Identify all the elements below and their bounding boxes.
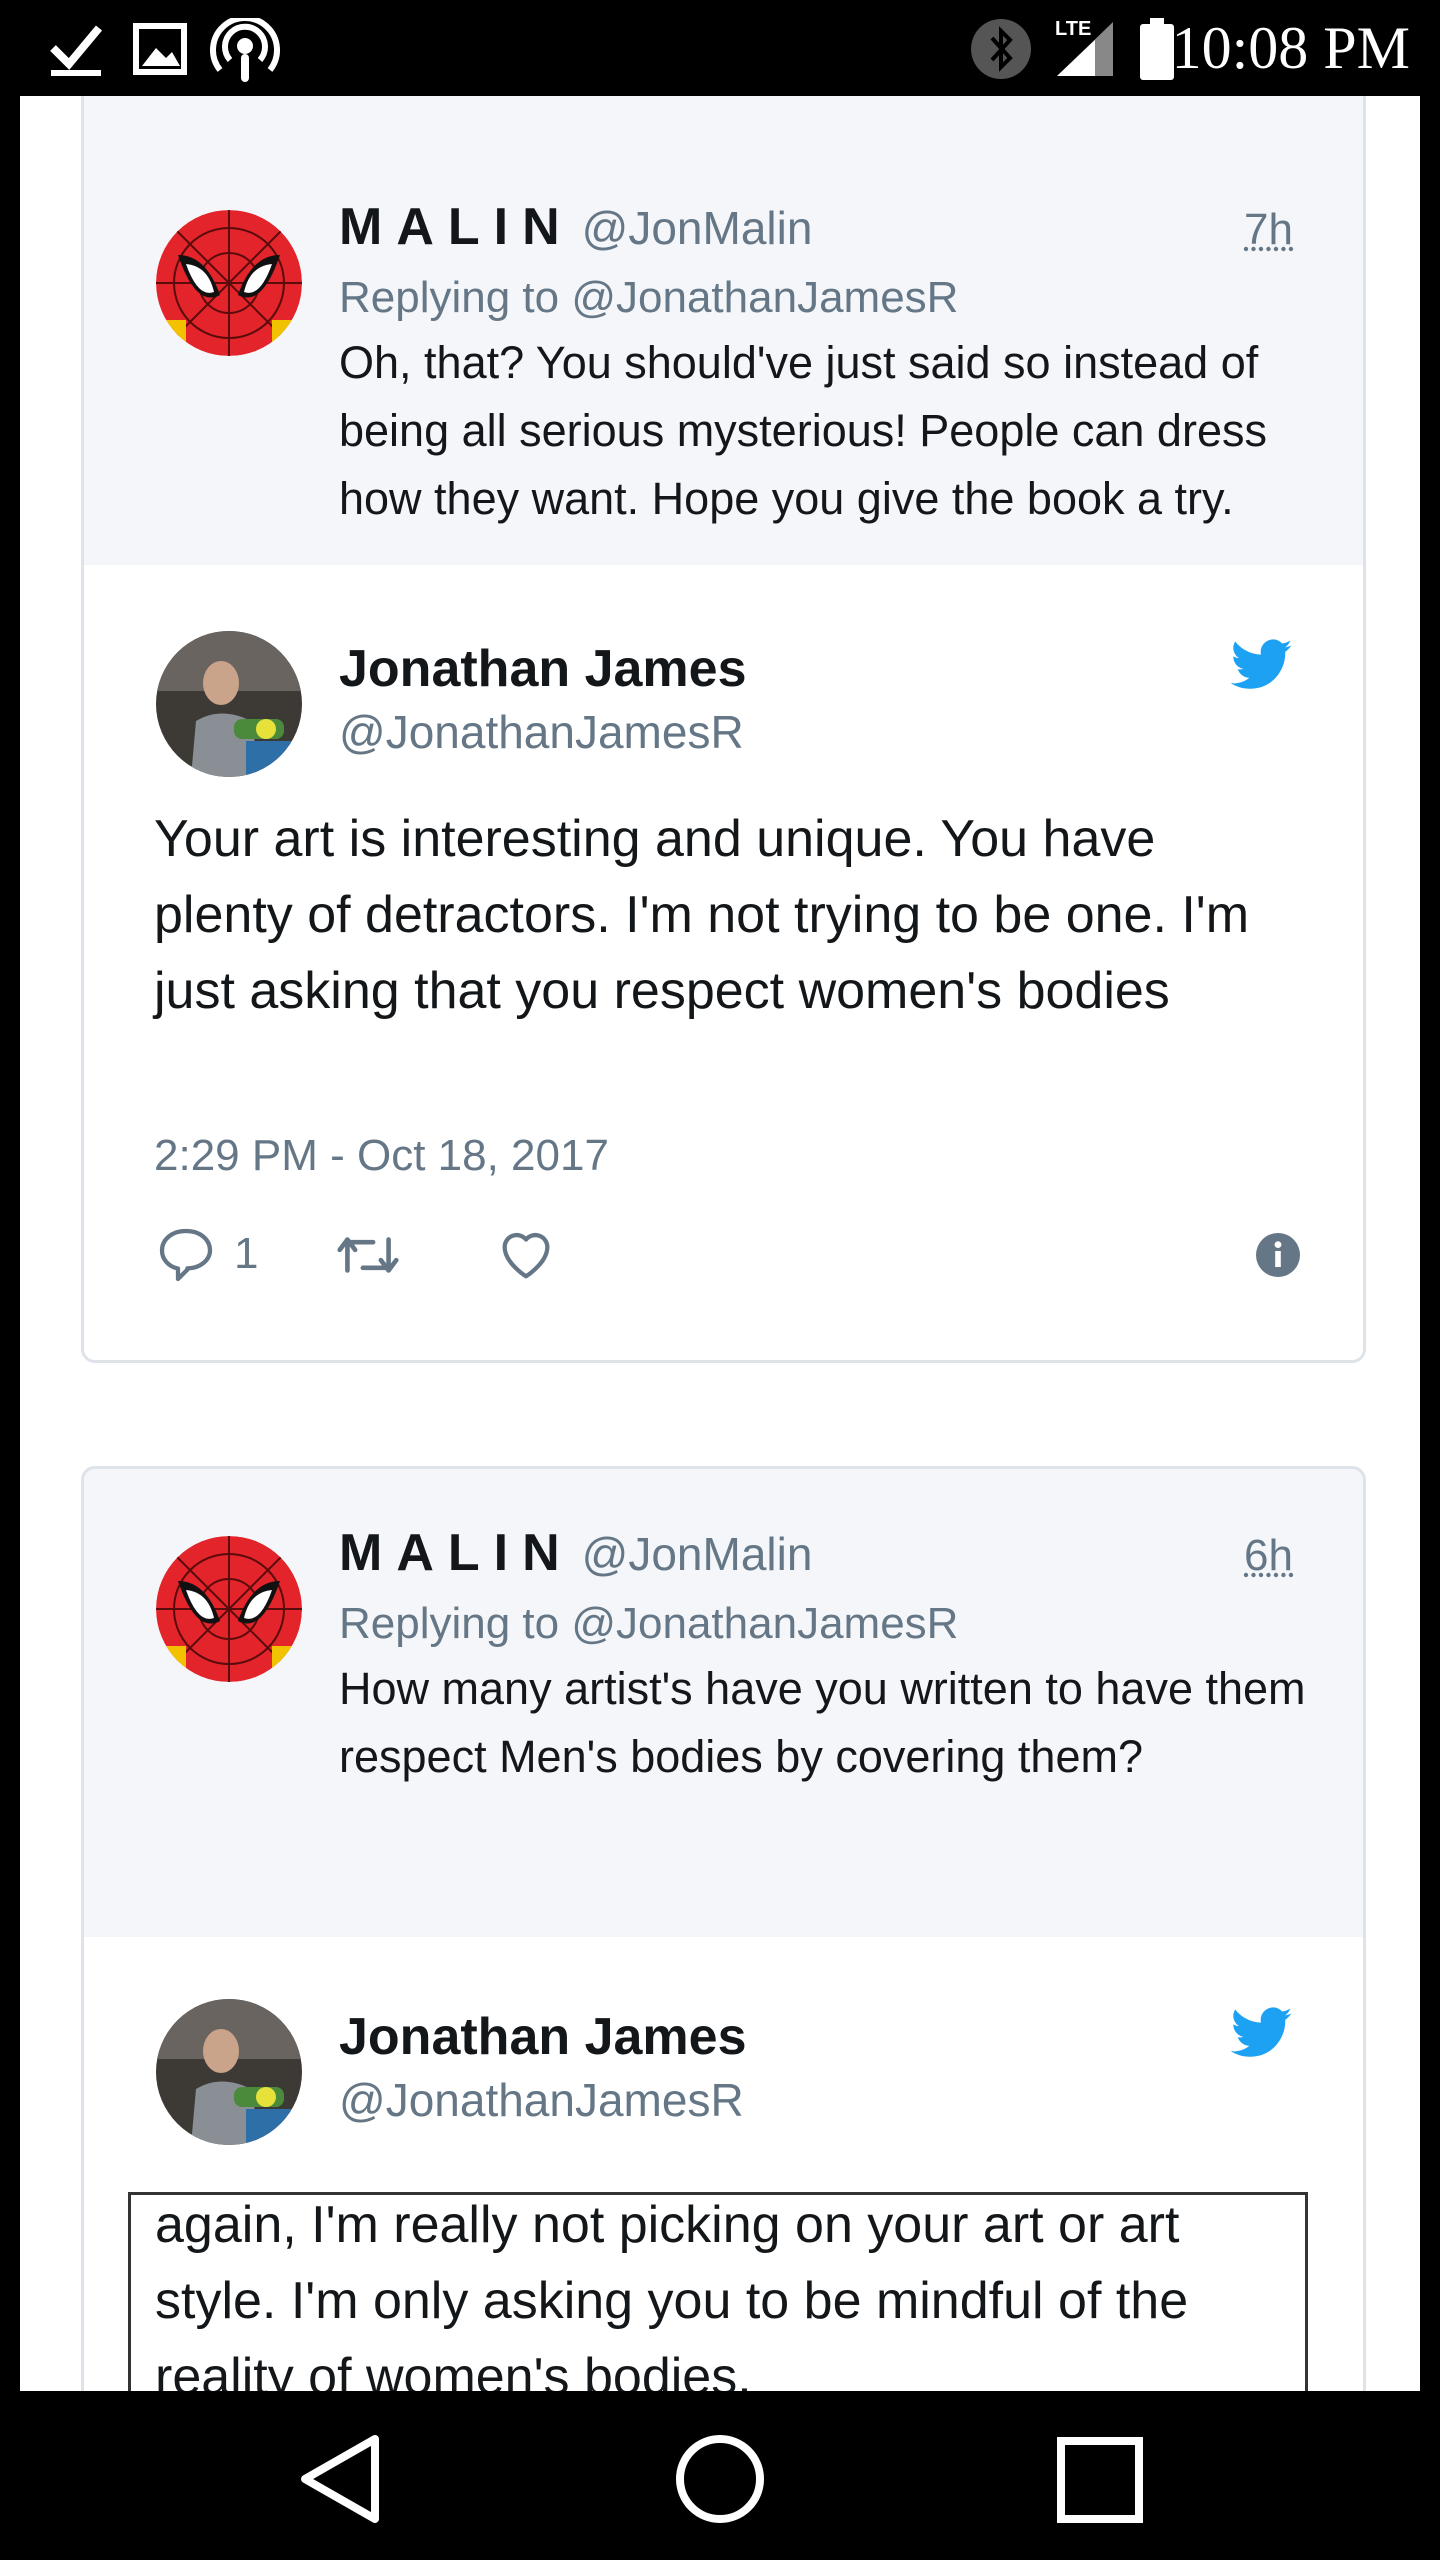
- navigation-bar: [0, 2391, 1440, 2560]
- profile-photo-icon: [156, 1999, 302, 2145]
- tweet-timestamp[interactable]: 2:29 PM - Oct 18, 2017: [154, 1131, 609, 1181]
- reply-count: 1: [234, 1229, 259, 1278]
- status-bar: LTE 10:08 PM: [0, 0, 1440, 96]
- tweet-text: Your art is interesting and unique. You …: [154, 810, 1250, 1020]
- replying-to[interactable]: Replying to @JonathanJamesR: [339, 273, 958, 323]
- avatar[interactable]: [156, 631, 302, 777]
- handle[interactable]: @JonMalin: [582, 202, 813, 254]
- quoted-tweet[interactable]: MALIN @JonMalin 7h Replying to @JonathanJ…: [84, 96, 1363, 565]
- home-icon[interactable]: [672, 2431, 768, 2532]
- tweet-actions: 1: [154, 1223, 1314, 1293]
- display-name[interactable]: Jonathan James: [339, 639, 747, 699]
- display-name-text: MALIN: [339, 1524, 574, 1582]
- spiderman-avatar-icon: [156, 1536, 302, 1682]
- tweet-time[interactable]: 7h: [1244, 205, 1293, 255]
- twitter-bird-icon[interactable]: [1230, 2007, 1293, 2064]
- reply-button[interactable]: [154, 1223, 218, 1292]
- snippet-line: style. I'm only asking you to be mindful…: [155, 2272, 1189, 2330]
- snippet-line: reality of women's bodies.: [155, 2348, 752, 2391]
- recents-icon[interactable]: [1055, 2435, 1145, 2530]
- profile-photo-icon: [156, 631, 302, 777]
- display-name[interactable]: MALIN @JonMalin: [339, 1523, 812, 1583]
- info-icon: [1256, 1233, 1300, 1277]
- info-button[interactable]: [1254, 1231, 1302, 1284]
- handle[interactable]: @JonathanJamesR: [339, 705, 744, 759]
- retweet-icon: [337, 1237, 399, 1273]
- heart-icon: [502, 1232, 550, 1279]
- twitter-bird-icon[interactable]: [1230, 639, 1293, 696]
- quoted-tweet[interactable]: MALIN @JonMalin 6h Replying to @JonathanJ…: [84, 1469, 1363, 1937]
- signal-icon: [1055, 18, 1117, 83]
- spiderman-avatar-icon: [156, 210, 302, 356]
- tweet-time[interactable]: 6h: [1244, 1531, 1293, 1581]
- checkmark-icon: [45, 18, 105, 83]
- avatar[interactable]: [156, 1536, 302, 1682]
- battery-icon: [1138, 18, 1176, 85]
- like-button[interactable]: [494, 1223, 558, 1292]
- snippet-line: again, I'm really not picking on your ar…: [155, 2196, 1180, 2254]
- reply-icon: [159, 1228, 213, 1282]
- avatar[interactable]: [156, 1999, 302, 2145]
- display-name[interactable]: MALIN @JonMalin: [339, 197, 812, 257]
- quoted-tweet-text: How many artist's have you written to ha…: [339, 1663, 1306, 1782]
- podcast-icon: [210, 15, 280, 89]
- tweet-card[interactable]: MALIN @JonMalin 7h Replying to @JonathanJ…: [81, 96, 1366, 1363]
- display-name-text: MALIN: [339, 198, 574, 256]
- replying-to[interactable]: Replying to @JonathanJamesR: [339, 1599, 958, 1649]
- tweet-feed[interactable]: MALIN @JonMalin 7h Replying to @JonathanJ…: [20, 96, 1420, 2391]
- avatar[interactable]: [156, 210, 302, 356]
- handle[interactable]: @JonMalin: [582, 1528, 813, 1580]
- back-icon[interactable]: [295, 2431, 385, 2532]
- bluetooth-icon: [970, 18, 1032, 85]
- quoted-tweet-text: Oh, that? You should've just said so ins…: [339, 337, 1267, 524]
- image-icon: [130, 18, 190, 83]
- main-tweet[interactable]: Jonathan James @JonathanJamesR Your art …: [84, 565, 1363, 1360]
- tweet-text-snippet: again, I'm really not picking on your ar…: [128, 2192, 1308, 2391]
- clock: 10:08 PM: [1171, 15, 1410, 81]
- display-name[interactable]: Jonathan James: [339, 2007, 747, 2067]
- handle[interactable]: @JonathanJamesR: [339, 2073, 744, 2127]
- retweet-button[interactable]: [332, 1223, 404, 1292]
